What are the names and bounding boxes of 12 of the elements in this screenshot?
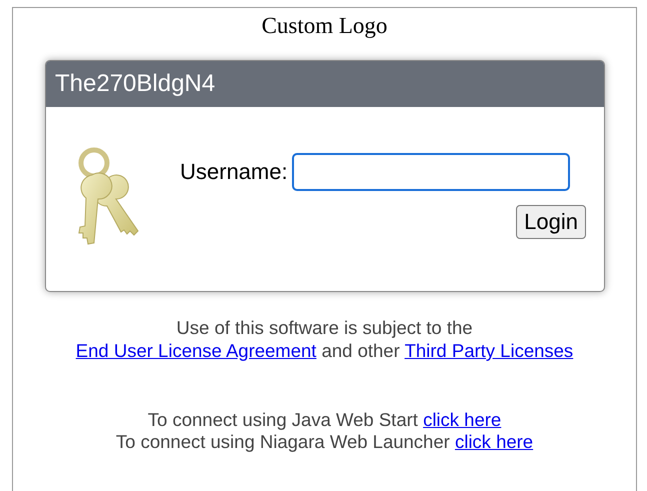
click-here-link[interactable]: click here	[454, 431, 534, 452]
login-button[interactable]: Login	[516, 205, 586, 239]
click-here-link[interactable]: click here	[423, 409, 502, 430]
connect-instruction: To connect using Java Web Start click here	[146, 409, 502, 431]
eula-link[interactable]: End User License Agreement	[76, 340, 316, 361]
third-party-licenses-link[interactable]: Third Party Licenses	[404, 340, 574, 361]
license-notice: Use of this software is subject to the End User License Agreement and other Third Party Licenses	[74, 316, 574, 362]
card-title: The270BldgN4	[55, 70, 216, 98]
username-field[interactable]	[292, 153, 570, 191]
connect-instruction: To connect using Niagara Web Launcher click here	[114, 431, 534, 453]
username-label: Username:	[180, 159, 288, 185]
custom-logo-text: Custom Logo	[260, 13, 388, 39]
